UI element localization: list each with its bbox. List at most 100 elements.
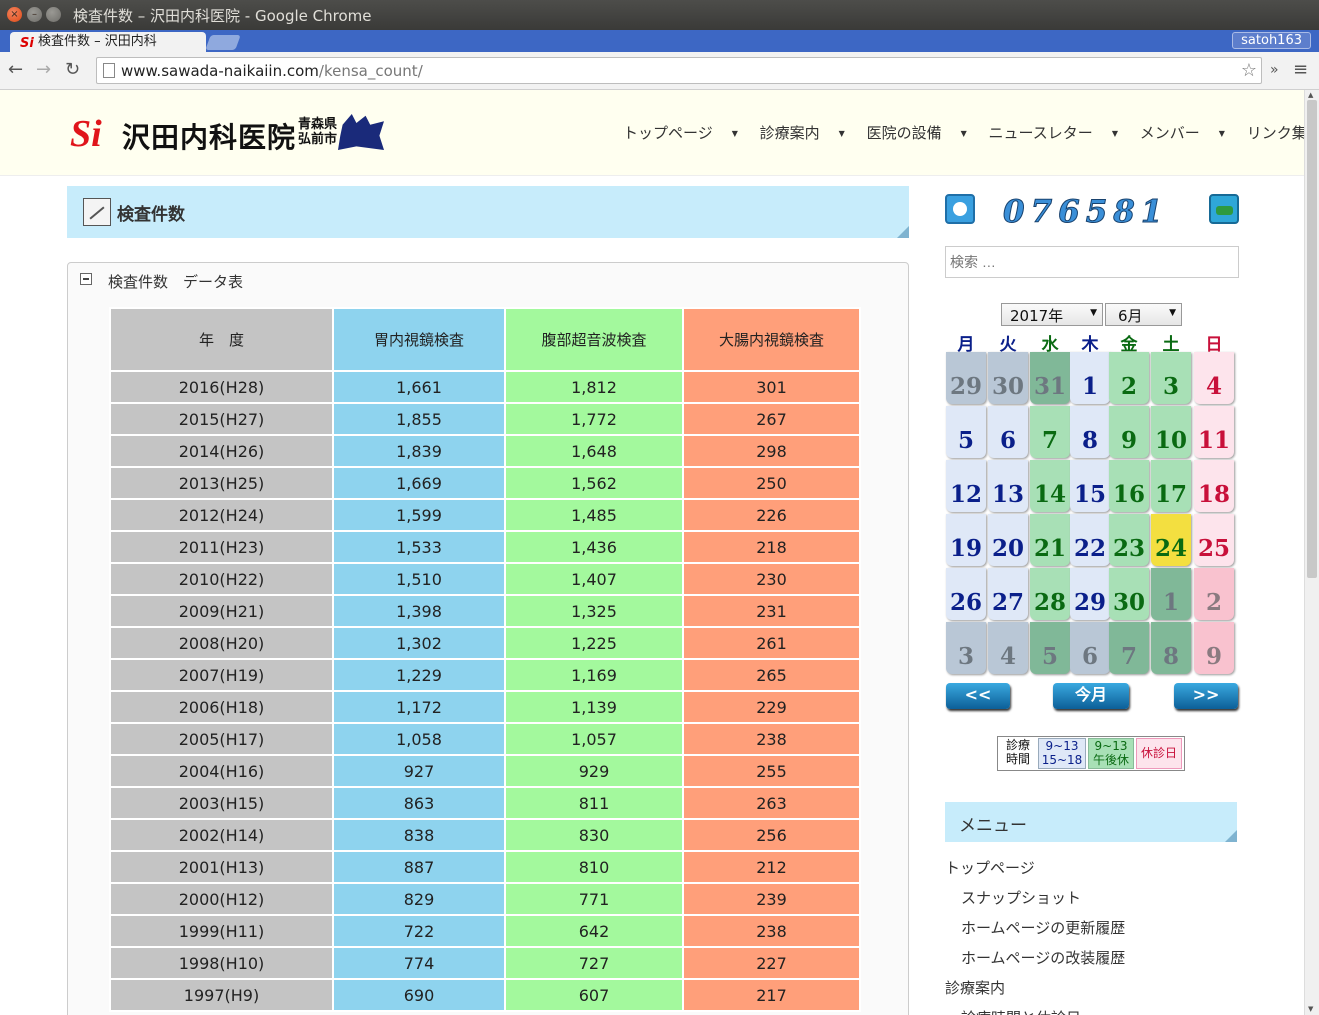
collapse-icon[interactable] <box>80 273 92 285</box>
scroll-up-icon[interactable]: ▲ <box>1308 91 1313 99</box>
nav-item-newsletter[interactable]: ニュースレター ▼ <box>989 124 1118 142</box>
cell-gastroscopy: 863 <box>332 786 506 820</box>
side-menu-item[interactable]: ホームページの更新履歴 <box>961 917 1125 938</box>
calendar-day[interactable]: 2 <box>1194 568 1234 620</box>
calendar-day[interactable]: 22 <box>1070 514 1110 566</box>
calendar-day[interactable]: 9 <box>1109 406 1149 458</box>
nav-item-facilities[interactable]: 医院の設備 ▼ <box>867 124 967 142</box>
calendar-day[interactable]: 2 <box>1109 352 1149 404</box>
cell-abdominal-ultrasound: 1,812 <box>504 370 684 404</box>
search-input[interactable] <box>945 246 1239 278</box>
calendar-day[interactable]: 19 <box>946 514 986 566</box>
calendar-day[interactable]: 4 <box>1194 352 1234 404</box>
side-menu-item[interactable]: ホームページの改装履歴 <box>961 947 1125 968</box>
reload-icon[interactable]: ↻ <box>65 60 80 80</box>
calendar-day[interactable]: 12 <box>946 460 986 512</box>
cell-gastroscopy: 1,533 <box>332 530 506 564</box>
address-bar[interactable]: www.sawada-naikaiin.com/kensa_count/ ☆ <box>96 57 1262 84</box>
calendar-day[interactable]: 5 <box>946 406 986 458</box>
bookmark-star-icon[interactable]: ☆ <box>1241 60 1257 81</box>
calendar-day[interactable]: 17 <box>1151 460 1191 512</box>
forward-icon[interactable]: → <box>36 60 51 80</box>
new-tab-button[interactable] <box>205 35 241 50</box>
calendar-day[interactable]: 26 <box>946 568 986 620</box>
cell-colonoscopy: 301 <box>682 370 861 404</box>
nav-item-top[interactable]: トップページ ▼ <box>623 124 738 142</box>
calendar-day[interactable]: 8 <box>1151 622 1191 674</box>
cell-gastroscopy: 1,172 <box>332 690 506 724</box>
calendar-day[interactable]: 6 <box>1070 622 1110 674</box>
scroll-down-icon[interactable]: ▼ <box>1308 1005 1313 1013</box>
cell-colonoscopy: 255 <box>682 754 861 788</box>
cell-abdominal-ultrasound: 727 <box>504 946 684 980</box>
nav-item-guide[interactable]: 診療案内 ▼ <box>760 124 845 142</box>
calendar-day[interactable]: 21 <box>1030 514 1070 566</box>
calendar-day[interactable]: 23 <box>1109 514 1149 566</box>
window-maximize-button[interactable] <box>46 7 61 22</box>
calendar-day[interactable]: 11 <box>1194 406 1234 458</box>
calendar-day[interactable]: 29 <box>946 352 986 404</box>
calendar-day[interactable]: 6 <box>988 406 1028 458</box>
calendar-day[interactable]: 1 <box>1151 568 1191 620</box>
menu-title: メニュー <box>959 816 1027 836</box>
logo-location: 青森県 弘前市 <box>298 117 338 147</box>
cell-abdominal-ultrasound: 1,562 <box>504 466 684 500</box>
scrollbar-thumb[interactable] <box>1307 100 1317 578</box>
extensions-overflow-icon[interactable]: » <box>1270 60 1279 80</box>
nav-item-members[interactable]: メンバー ▼ <box>1140 124 1225 142</box>
calendar-day[interactable]: 16 <box>1109 460 1149 512</box>
table-row: 2015(H27) 1,855 1,772 267 <box>109 402 861 436</box>
tab-active[interactable]: Si 検査件数 – 沢田内科 <box>10 32 206 52</box>
calendar-day[interactable]: 10 <box>1151 406 1191 458</box>
side-menu-item[interactable]: 診療案内 <box>945 977 1005 998</box>
cell-colonoscopy: 239 <box>682 882 861 916</box>
calendar-day[interactable]: 24 <box>1151 514 1191 566</box>
calendar-day[interactable]: 20 <box>988 514 1028 566</box>
calendar-day[interactable]: 30 <box>988 352 1028 404</box>
cell-gastroscopy: 1,510 <box>332 562 506 596</box>
calendar-day[interactable]: 5 <box>1030 622 1070 674</box>
calendar-day[interactable]: 13 <box>988 460 1028 512</box>
year-select[interactable]: 2017年 ▼ <box>1001 303 1103 326</box>
month-select[interactable]: 6月 ▼ <box>1105 303 1182 326</box>
calendar-day[interactable]: 3 <box>1151 352 1191 404</box>
calendar-day[interactable]: 25 <box>1194 514 1234 566</box>
cell-year: 2013(H25) <box>109 466 334 500</box>
next-month-button[interactable]: >> <box>1174 683 1238 709</box>
back-icon[interactable]: ← <box>8 60 23 80</box>
calendar-day[interactable]: 3 <box>946 622 986 674</box>
calendar-day[interactable]: 9 <box>1194 622 1234 674</box>
chrome-menu-icon[interactable]: ≡ <box>1293 60 1308 80</box>
window-titlebar: × – 検査件数 – 沢田内科医院 - Google Chrome <box>0 0 1319 30</box>
calendar-day[interactable]: 1 <box>1070 352 1110 404</box>
calendar-day[interactable]: 4 <box>988 622 1028 674</box>
site-logo[interactable]: Si 沢田内科医院 青森県 弘前市 <box>70 112 390 157</box>
current-month-button[interactable]: 今月 <box>1053 683 1129 709</box>
calendar-day[interactable]: 14 <box>1030 460 1070 512</box>
calendar-day[interactable]: 7 <box>1030 406 1070 458</box>
profile-button[interactable]: satoh163 <box>1232 32 1311 49</box>
cell-abdominal-ultrasound: 830 <box>504 818 684 852</box>
panel-label: 検査件数 データ表 <box>108 273 244 291</box>
calendar-day[interactable]: 8 <box>1070 406 1110 458</box>
calendar-day[interactable]: 18 <box>1194 460 1234 512</box>
calendar-day[interactable]: 31 <box>1030 352 1070 404</box>
side-menu-item[interactable]: スナップショット <box>961 887 1081 908</box>
prev-month-button[interactable]: << <box>946 683 1010 709</box>
side-menu-item[interactable]: トップページ <box>945 857 1035 878</box>
calendar-day[interactable]: 27 <box>988 568 1028 620</box>
calendar-day[interactable]: 30 <box>1109 568 1149 620</box>
calendar-day[interactable]: 15 <box>1070 460 1110 512</box>
table-row: 1997(H9) 690 607 217 <box>109 978 861 1012</box>
calendar-day[interactable]: 28 <box>1030 568 1070 620</box>
side-menu-item[interactable]: 診療時間と休診日 <box>961 1007 1081 1015</box>
cell-year: 2007(H19) <box>109 658 334 692</box>
calendar-day[interactable]: 29 <box>1070 568 1110 620</box>
vertical-scrollbar[interactable]: ▲ ▼ <box>1304 90 1319 1015</box>
window-minimize-button[interactable]: – <box>27 7 42 22</box>
nav-item-links[interactable]: リンク集 <box>1247 124 1304 142</box>
aomori-map-icon <box>338 114 384 150</box>
calendar-day[interactable]: 7 <box>1109 622 1149 674</box>
window-close-button[interactable]: × <box>7 7 22 22</box>
cell-gastroscopy: 1,599 <box>332 498 506 532</box>
